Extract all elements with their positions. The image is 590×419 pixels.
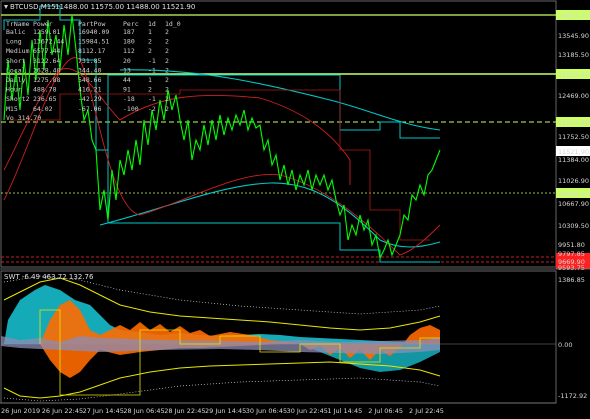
price-axis-label: 11521.90 — [558, 148, 589, 156]
info-cell: 2 — [165, 76, 169, 84]
info-cell: 2 — [165, 57, 169, 65]
price-axis-label: 13545.90 — [558, 32, 589, 40]
price-axis-label: 11384.00 — [558, 156, 589, 164]
info-cell: 2 — [165, 95, 169, 103]
info-cell: 236.65 — [33, 95, 57, 103]
info-cell: 1 — [148, 28, 152, 36]
info-cell: 6577.44 — [33, 47, 60, 55]
time-axis-label: 29 Jun 14:45 — [205, 407, 246, 415]
price-axis-label: 12469.00 — [558, 92, 589, 100]
info-cell: 187 — [123, 28, 135, 36]
price-axis-label: 9951.80 — [558, 241, 585, 249]
price-axis-label: 10829.00 — [558, 190, 589, 198]
time-axis-label: 30 Jun 06:45 — [246, 407, 287, 415]
chart-symbol: BTCUSD,M15 — [10, 3, 56, 11]
info-cell: 1 — [148, 76, 152, 84]
info-cell: 15984.51 — [78, 38, 109, 46]
info-cell: -1 — [148, 57, 156, 65]
time-axis-label: 30 Jun 22:45 — [287, 407, 328, 415]
oscillator-title: SWT -6.49 463.72 132.76 — [4, 273, 94, 281]
info-cell: -42.29 — [78, 95, 102, 103]
chart-ohlc: 11488.00 11575.00 11488.00 11521.90 — [55, 3, 195, 11]
info-cell: 2 — [165, 28, 169, 36]
info-cell: 1275.88 — [33, 76, 60, 84]
info-cell: 488.78 — [33, 86, 57, 94]
info-cell: Medium — [6, 47, 30, 55]
info-cell: Long — [6, 38, 22, 46]
price-axis-label: 13857.20 — [558, 12, 589, 20]
info-cell: 13672.44 — [33, 38, 64, 46]
info-cell: 2 — [148, 38, 152, 46]
time-axis-label: 2 Jul 22:45 — [409, 407, 444, 415]
info-cell: M15 — [6, 105, 18, 113]
time-axis-label: 2 Jul 06:45 — [368, 407, 403, 415]
info-cell: 16940.09 — [78, 28, 109, 36]
price-axis-label: 11026.90 — [558, 177, 589, 185]
info-cell: -18 — [123, 95, 135, 103]
time-axis-label: 26 Jun 2019 — [1, 407, 40, 415]
info-cell: Local — [6, 66, 26, 74]
info-cell: 2 — [148, 47, 152, 55]
oscillator-axis-label: 1386.85 — [558, 276, 585, 284]
info-cell: 416.21 — [78, 86, 102, 94]
price-axis-label: 12047.49 — [558, 119, 589, 127]
price-axis-label: 10667.90 — [558, 200, 589, 208]
info-cell: 20 — [123, 57, 131, 65]
info-cell: -67.06 — [78, 105, 102, 113]
time-axis-label: 1 Jul 14:45 — [327, 407, 362, 415]
info-cell: 2 — [165, 66, 169, 74]
info-cell: 1259.01 — [33, 28, 60, 36]
info-col-2: PartPow — [78, 20, 105, 28]
info-cell: -2 — [148, 105, 156, 113]
info-col-1: Power — [33, 20, 53, 28]
time-axis-label: 26 Jun 22:45 — [42, 407, 83, 415]
info-cell: 13 — [123, 66, 131, 74]
info-col-3: Perc — [123, 20, 139, 28]
info-cell: Balic — [6, 28, 26, 36]
info-cell: 112 — [123, 47, 135, 55]
info-col-4: 1d — [148, 20, 156, 28]
info-cell: 64.02 — [33, 105, 53, 113]
info-cell: 2 — [165, 47, 169, 55]
info-cell: 91 — [123, 86, 131, 94]
info-cell: 2 — [148, 86, 152, 94]
info-cell: -1 — [148, 95, 156, 103]
oscillator-axis-label: 0.00 — [558, 341, 572, 349]
time-axis-label: 28 Jun 06:45 — [123, 407, 164, 415]
info-cell: 2 — [165, 38, 169, 46]
info-cell: Short2 — [6, 95, 30, 103]
price-axis-label: 9593.75 — [558, 264, 585, 272]
price-axis-label: 10309.50 — [558, 222, 589, 230]
info-cell: 344.40 — [78, 66, 102, 74]
time-axis-label: 27 Jun 14:45 — [83, 407, 124, 415]
info-cell: 548.66 — [78, 76, 102, 84]
info-cell: 44 — [123, 76, 131, 84]
info-cell: 180 — [123, 38, 135, 46]
info-cell: 2628.40 — [33, 66, 60, 74]
info-cell: 2 — [165, 105, 169, 113]
price-axis-label: 12829.87 — [558, 71, 589, 79]
price-axis-label: 11752.50 — [558, 133, 589, 141]
info-cell: Hour — [6, 86, 22, 94]
info-cell: Short — [6, 57, 26, 65]
price-axis-label: 9797.85 — [558, 250, 585, 258]
info-cell: Daily — [6, 76, 26, 84]
info-cell: -100 — [123, 105, 139, 113]
info-cell: 8112.17 — [78, 47, 105, 55]
info-cell: 3122.64 — [33, 57, 60, 65]
info-col-5: 1d_0 — [165, 20, 181, 28]
time-axis-label: 28 Jun 22:45 — [164, 407, 205, 415]
info-col-0: TrName — [6, 20, 30, 28]
chart-header: BTCUSD,M15 11488.00 11575.00 11488.00 11… — [4, 3, 195, 11]
info-cell: 731.85 — [78, 57, 102, 65]
price-axis-label: 13185.50 — [558, 51, 589, 59]
info-cell: -1 — [148, 66, 156, 74]
oscillator-axis-label: -1172.92 — [558, 392, 587, 400]
info-cell: 2 — [165, 86, 169, 94]
trading-chart[interactable]: TrName Power PartPow Perc 1d 1d_0 Balic 1… — [0, 0, 590, 419]
info-footer: Vo 314.70 — [6, 114, 41, 122]
